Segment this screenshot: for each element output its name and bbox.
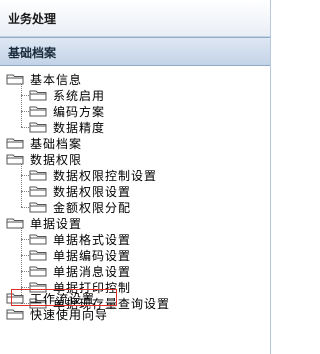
folder-icon <box>29 90 47 101</box>
tree-connector <box>21 175 29 176</box>
folder-icon <box>6 74 24 85</box>
folder-icon <box>29 266 47 277</box>
tree-node-quick-guide[interactable]: 快速使用向导 <box>6 306 108 322</box>
navigation-panel: 业务处理 基础档案 基本信息 系统启用 编码方案 数据精度 基础档案 数据权限 … <box>0 0 271 354</box>
folder-icon <box>6 138 24 149</box>
tree-node-permission-control-settings[interactable]: 数据权限控制设置 <box>29 167 157 183</box>
tree-connector <box>21 127 29 128</box>
folder-icon <box>6 309 24 320</box>
tree-connector <box>21 271 29 272</box>
tree-node-basic-archives[interactable]: 基础档案 <box>6 135 82 151</box>
folder-icon <box>6 154 24 165</box>
tree-connector <box>21 207 29 208</box>
folder-icon <box>29 170 47 181</box>
tree-node-document-settings[interactable]: 单据设置 <box>6 215 82 231</box>
tree-node-document-format[interactable]: 单据格式设置 <box>29 231 131 247</box>
tree-node-data-precision[interactable]: 数据精度 <box>29 119 105 135</box>
folder-icon <box>29 186 47 197</box>
tree-node-data-permission[interactable]: 数据权限 <box>6 151 82 167</box>
folder-icon <box>29 250 47 261</box>
tree-connector <box>21 255 29 256</box>
folder-icon <box>29 106 47 117</box>
folder-icon <box>29 202 47 213</box>
tree-connector <box>21 95 29 96</box>
basic-archives-header[interactable]: 基础档案 <box>0 37 270 66</box>
tree-connector <box>21 111 29 112</box>
tree-connector <box>21 287 29 288</box>
folder-icon <box>6 293 24 304</box>
section-title: 基础档案 <box>8 46 57 60</box>
business-processing-header[interactable]: 业务处理 <box>0 0 270 37</box>
tree-node-coding-scheme[interactable]: 编码方案 <box>29 103 105 119</box>
folder-icon <box>29 234 47 245</box>
folder-icon <box>29 122 47 133</box>
tree-connector <box>21 239 29 240</box>
header-title: 业务处理 <box>8 12 57 26</box>
tree-node-document-message[interactable]: 单据消息设置 <box>29 263 131 279</box>
tree-node-amount-permission[interactable]: 金额权限分配 <box>29 199 131 215</box>
tree-node-basic-info[interactable]: 基本信息 <box>6 71 82 87</box>
tree-connector <box>21 191 29 192</box>
tree-node-permission-settings[interactable]: 数据权限设置 <box>29 183 131 199</box>
tree-node-system-enable[interactable]: 系统启用 <box>29 87 105 103</box>
folder-icon <box>6 218 24 229</box>
tree-node-workflow-settings[interactable]: 工作流设置 <box>6 290 95 306</box>
tree-node-document-coding[interactable]: 单据编码设置 <box>29 247 131 263</box>
